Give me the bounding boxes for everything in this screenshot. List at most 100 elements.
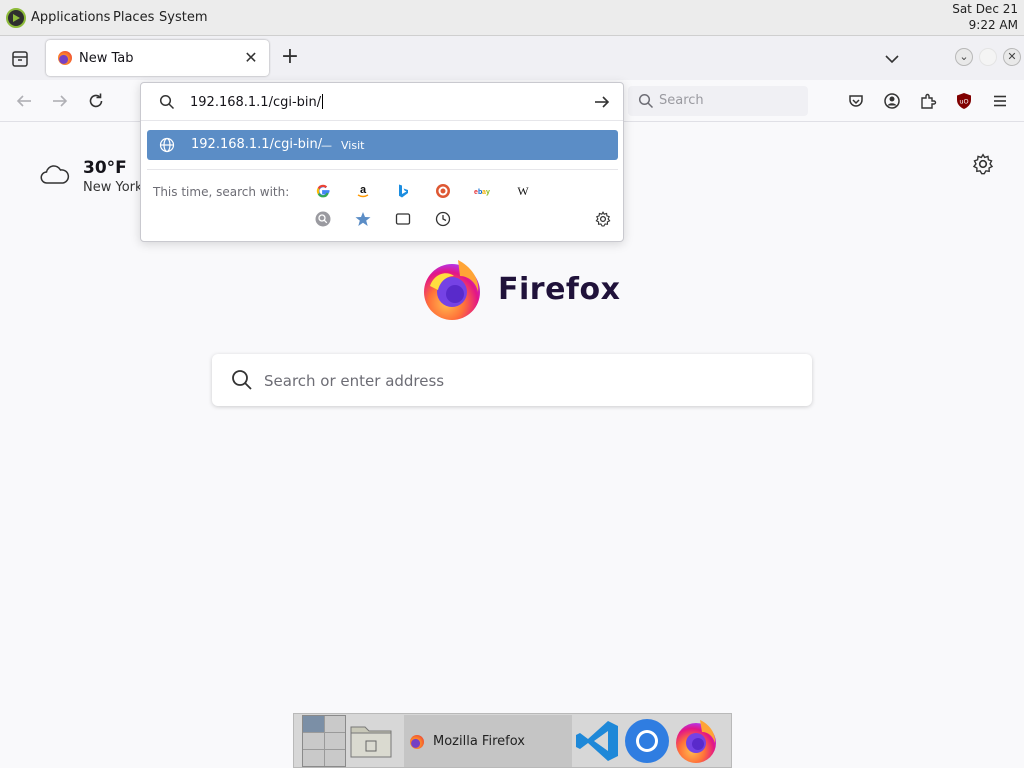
reload-button[interactable] — [84, 89, 108, 113]
account-button[interactable] — [880, 89, 904, 113]
content-search-placeholder: Search or enter address — [264, 372, 445, 390]
bookmarks-star-icon — [355, 212, 371, 226]
content-search-box[interactable]: Search or enter address — [212, 354, 812, 406]
list-all-tabs-button[interactable] — [880, 47, 904, 71]
amazon-icon: a — [357, 184, 369, 198]
workspace-switcher[interactable] — [302, 715, 346, 767]
oneoff-search-label: This time, search with: — [153, 185, 290, 199]
close-window-button[interactable]: ✕ — [1003, 48, 1021, 66]
oneoff-divider — [147, 169, 618, 170]
places-menu[interactable]: Places — [113, 10, 154, 25]
hamburger-menu-icon — [994, 95, 1006, 107]
bing-engine-button[interactable] — [393, 181, 413, 201]
urlbar-popup: 192.168.1.1/cgi-bin/ 192.168.1.1/cgi-bin… — [140, 82, 624, 242]
firefox-view-button[interactable] — [8, 47, 32, 71]
ublock-shield-icon: uO — [957, 93, 971, 109]
bing-icon — [399, 184, 408, 198]
tab-strip: New Tab ✕ + ⌄ ✕ — [0, 36, 1024, 80]
search-engine-icon — [315, 211, 331, 227]
firefox-favicon-icon — [58, 51, 72, 65]
applications-menu[interactable]: Applications — [31, 10, 110, 25]
taskbar-task-label: Mozilla Firefox — [433, 734, 525, 749]
forward-button[interactable] — [48, 89, 72, 113]
system-top-panel: Applications Places System Sat Dec 21 9:… — [0, 0, 1024, 36]
firefox-wordmark: Firefox — [498, 272, 621, 307]
google-engine-button[interactable] — [313, 181, 333, 201]
personalize-settings-button[interactable] — [972, 153, 994, 175]
puzzle-piece-icon — [921, 93, 937, 109]
search-bar[interactable]: Search — [628, 86, 808, 116]
ublock-origin-button[interactable]: uO — [952, 89, 976, 113]
close-tab-icon[interactable]: ✕ — [241, 48, 261, 68]
suggestion-separator: — — [321, 139, 332, 152]
tabs-mode-button[interactable] — [393, 209, 413, 229]
svg-text:y: y — [486, 189, 490, 196]
new-tab-button[interactable]: + — [278, 46, 302, 70]
ebay-icon: ebay — [474, 189, 490, 196]
firefox-favicon-icon — [410, 735, 424, 749]
search-icon — [232, 370, 252, 390]
workspace-1[interactable] — [303, 716, 324, 732]
clock[interactable]: Sat Dec 21 9:22 AM — [952, 1, 1018, 33]
search-mode-button[interactable] — [313, 209, 333, 229]
wikipedia-icon: W — [517, 184, 529, 198]
google-icon — [316, 184, 330, 198]
workspace-4[interactable] — [324, 733, 345, 749]
history-clock-icon — [435, 211, 451, 227]
workspace-2[interactable] — [324, 716, 345, 732]
extensions-button[interactable] — [916, 89, 940, 113]
urlbar-input-row[interactable]: 192.168.1.1/cgi-bin/ — [141, 83, 623, 121]
firefox-icon[interactable] — [672, 717, 720, 765]
firefox-logo-icon — [424, 260, 480, 320]
minimize-window-button[interactable]: ⌄ — [955, 48, 973, 66]
ebay-engine-button[interactable]: ebay — [473, 181, 493, 201]
search-icon — [638, 93, 654, 109]
pocket-button[interactable] — [844, 89, 868, 113]
chromium-icon[interactable] — [623, 717, 671, 765]
file-manager-icon[interactable] — [349, 721, 393, 759]
globe-icon — [159, 137, 175, 153]
clock-date: Sat Dec 21 — [952, 2, 1018, 16]
svg-text:a: a — [360, 184, 367, 196]
forward-arrow-icon — [53, 95, 68, 107]
bottom-taskbar: Mozilla Firefox — [293, 713, 732, 768]
search-settings-button[interactable] — [593, 209, 613, 229]
suggestion-action: Visit — [341, 139, 365, 152]
app-menu-button[interactable] — [988, 89, 1012, 113]
gear-icon — [972, 153, 994, 175]
mate-logo-icon[interactable] — [6, 8, 26, 28]
vscode-icon[interactable] — [574, 717, 622, 765]
weather-temperature: 30°F — [83, 158, 127, 178]
search-icon — [159, 94, 175, 110]
reload-icon — [89, 93, 103, 108]
tabs-icon — [395, 213, 411, 225]
gear-icon — [595, 211, 611, 227]
back-button[interactable] — [12, 89, 36, 113]
amazon-engine-button[interactable]: a — [353, 181, 373, 201]
duckduckgo-icon — [436, 184, 450, 198]
workspace-3[interactable] — [303, 733, 324, 749]
weather-city: New York — [83, 180, 143, 195]
back-arrow-icon — [16, 95, 31, 107]
bookmarks-mode-button[interactable] — [353, 209, 373, 229]
suggestion-url: 192.168.1.1/cgi-bin/ — [191, 137, 323, 152]
chevron-down-icon — [885, 55, 899, 64]
account-icon — [884, 93, 900, 109]
workspace-5[interactable] — [303, 750, 324, 766]
go-button[interactable] — [591, 91, 613, 113]
svg-text:W: W — [517, 184, 529, 198]
tab-new-tab[interactable]: New Tab ✕ — [46, 40, 269, 76]
urlbar-suggestion-visit[interactable]: 192.168.1.1/cgi-bin/ — Visit — [147, 130, 618, 160]
urlbar-input[interactable]: 192.168.1.1/cgi-bin/ — [190, 94, 323, 110]
workspace-6[interactable] — [324, 750, 345, 766]
svg-text:uO: uO — [959, 98, 968, 106]
wikipedia-engine-button[interactable]: W — [513, 181, 533, 201]
taskbar-task-firefox[interactable]: Mozilla Firefox — [404, 715, 572, 767]
duckduckgo-engine-button[interactable] — [433, 181, 453, 201]
tab-title: New Tab — [79, 51, 134, 66]
cloud-icon — [40, 165, 70, 184]
firefox-view-icon — [12, 51, 28, 67]
maximize-window-button[interactable] — [979, 48, 997, 66]
history-mode-button[interactable] — [433, 209, 453, 229]
system-menu[interactable]: System — [159, 10, 207, 25]
